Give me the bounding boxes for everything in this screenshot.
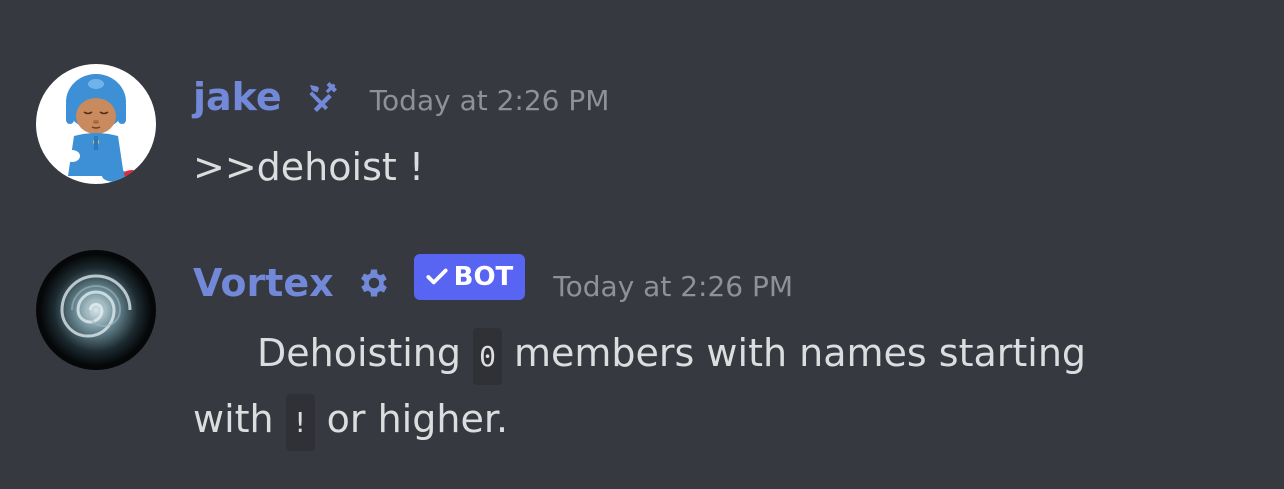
- verified-check-icon: [424, 264, 450, 290]
- content-text: or higher.: [314, 397, 509, 441]
- content-text: Dehoisting: [257, 331, 474, 375]
- message-header: jake Today at 2:26 PM: [193, 74, 609, 120]
- message-header: Vortex BOT Today at 2:26 PM: [193, 254, 793, 306]
- message-content: >>dehoist !: [193, 145, 425, 189]
- avatar[interactable]: [36, 64, 156, 184]
- hammer-wrench-icon: [302, 77, 342, 117]
- timestamp[interactable]: Today at 2:26 PM: [553, 264, 793, 310]
- avatar-jake-image: [36, 64, 156, 184]
- inline-code: 0: [473, 328, 502, 385]
- chat-area: jake Today at 2:26 PM >>dehoist ! Vortex…: [0, 0, 1284, 489]
- avatar-vortex-image: [36, 250, 156, 370]
- message-content: Dehoisting 0 members with names starting…: [193, 322, 1153, 454]
- timestamp[interactable]: Today at 2:26 PM: [370, 78, 610, 124]
- username[interactable]: jake: [193, 74, 282, 120]
- bot-tag-label: BOT: [453, 262, 514, 292]
- inline-code: !: [285, 394, 315, 451]
- avatar[interactable]: [36, 250, 156, 370]
- bot-tag: BOT: [413, 254, 526, 300]
- username[interactable]: Vortex: [193, 260, 334, 306]
- gear-icon: [354, 263, 394, 303]
